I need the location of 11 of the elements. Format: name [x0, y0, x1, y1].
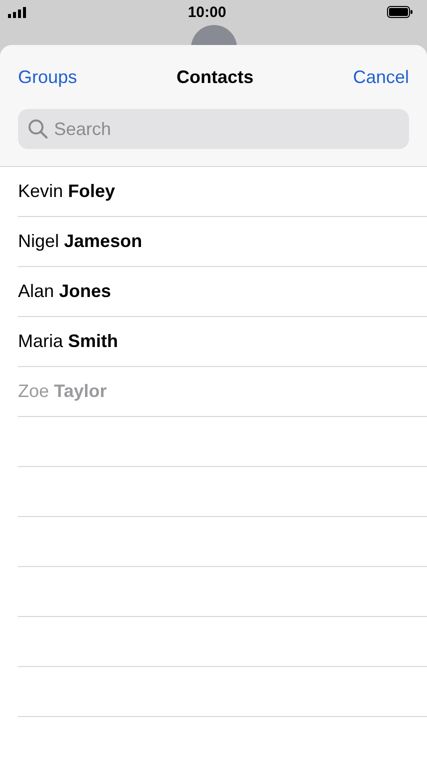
sheet-title: Contacts — [176, 66, 254, 88]
contact-item[interactable]: Nigel Jameson — [18, 231, 142, 252]
status-time: 10:00 — [188, 4, 226, 20]
contact-item[interactable]: Kevin Foley — [18, 181, 116, 202]
cancel-button[interactable]: Cancel — [352, 66, 409, 88]
signal-icon — [8, 6, 27, 18]
search-field[interactable]: Search — [18, 109, 409, 149]
contact-item[interactable]: Alan Jones — [18, 281, 112, 302]
battery-icon — [387, 6, 413, 18]
groups-button[interactable]: Groups — [18, 66, 78, 88]
contact-item[interactable]: Maria Smith — [18, 331, 118, 352]
